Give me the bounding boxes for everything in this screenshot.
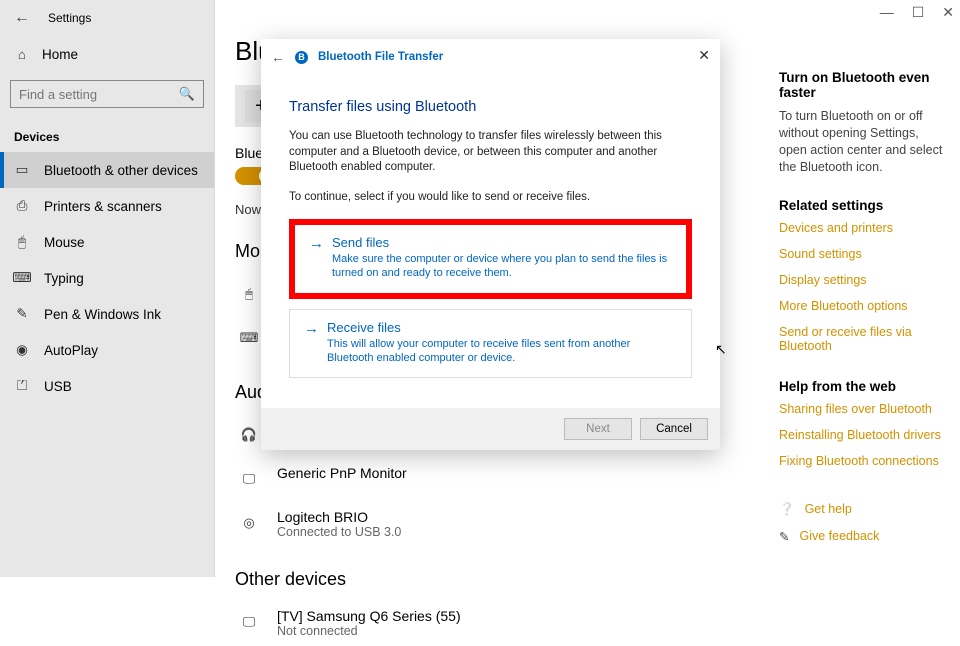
dialog-back-button[interactable]: ← [271,49,285,65]
dialog-paragraph: To continue, select if you would like to… [289,190,692,206]
dialog-heading: Transfer files using Bluetooth [289,99,692,115]
feedback-icon: ✎ [779,529,789,544]
device-row-tv[interactable]: 🖵 [TV] Samsung Q6 Series (55) Not connec… [235,600,960,646]
link-send-receive-bt[interactable]: Send or receive files via Bluetooth [779,325,949,353]
sidebar-item-label: USB [44,379,72,394]
dialog-title: Bluetooth File Transfer [318,51,443,63]
monitor-icon: 🖵 [235,465,263,493]
window-title: Settings [48,11,91,25]
give-feedback-link[interactable]: ✎ Give feedback [779,529,949,544]
bluetooth-icon: B [295,51,308,64]
sidebar-item-label: Bluetooth & other devices [44,163,198,178]
sidebar-item-typing[interactable]: ⌨ Typing [0,260,214,296]
dialog-paragraph: You can use Bluetooth technology to tran… [289,129,692,176]
link-fixing-bt[interactable]: Fixing Bluetooth connections [779,454,949,468]
device-status: Not connected [277,624,461,638]
sidebar-item-label: AutoPlay [44,343,98,358]
link-reinstall-bt[interactable]: Reinstalling Bluetooth drivers [779,428,949,442]
link-more-bluetooth[interactable]: More Bluetooth options [779,299,949,313]
close-window-button[interactable]: ✕ [942,4,954,21]
right-heading-related: Related settings [779,198,949,213]
link-devices-printers[interactable]: Devices and printers [779,221,949,235]
option-subtitle: This will allow your computer to receive… [327,337,677,366]
usb-icon: ⏍ [14,378,30,394]
keyboard-icon: ⌨ [14,270,30,286]
printer-icon: ⎙ [14,198,30,214]
headphones-icon: 🎧 [235,421,263,449]
device-status: Connected to USB 3.0 [277,525,401,539]
receive-files-option[interactable]: → Receive files This will allow your com… [289,309,692,379]
option-title: Send files [332,235,672,250]
link-sharing-bt[interactable]: Sharing files over Bluetooth [779,402,949,416]
sidebar-item-label: Pen & Windows Ink [44,307,161,322]
maximize-button[interactable]: ☐ [912,4,925,21]
arrow-right-icon: → [304,320,319,337]
minimize-button[interactable]: — [880,4,894,21]
bluetooth-file-transfer-dialog: ← B Bluetooth File Transfer ✕ Transfer f… [261,39,720,450]
get-help-link[interactable]: ❔ Get help [779,502,949,517]
help-icon: ❔ [779,502,795,517]
search-input[interactable]: 🔍 [10,80,204,108]
home-icon: ⌂ [14,46,30,62]
right-paragraph: To turn Bluetooth on or off without open… [779,108,949,176]
section-other-heading: Other devices [235,569,960,590]
keyboard-device-icon: ⌨ [235,324,263,352]
right-panel: Turn on Bluetooth even faster To turn Bl… [779,70,949,556]
pen-icon: ✎ [14,306,30,322]
device-name: Logitech BRIO [277,509,401,525]
search-field[interactable] [19,87,169,102]
sidebar-item-usb[interactable]: ⏍ USB [0,368,214,404]
sidebar-item-pen[interactable]: ✎ Pen & Windows Ink [0,296,214,332]
link-label: Get help [805,502,852,516]
link-sound-settings[interactable]: Sound settings [779,247,949,261]
search-icon: 🔍 [179,86,195,102]
sidebar-item-printers[interactable]: ⎙ Printers & scanners [0,188,214,224]
mouse-icon: 🖱 [14,234,30,250]
devices-icon: ▭ [14,162,30,178]
autoplay-icon: ◉ [14,342,30,358]
settings-sidebar: ← Settings ⌂ Home 🔍 Devices ▭ Bluetooth … [0,0,215,577]
sidebar-item-label: Printers & scanners [44,199,162,214]
cancel-button[interactable]: Cancel [640,418,708,440]
device-name: Generic PnP Monitor [277,465,407,481]
tv-icon: 🖵 [235,608,263,636]
back-button[interactable]: ← [14,9,30,27]
right-heading-help: Help from the web [779,379,949,394]
sidebar-item-mouse[interactable]: 🖱 Mouse [0,224,214,260]
option-title: Receive files [327,320,677,335]
sidebar-item-label: Home [42,47,78,62]
sidebar-item-label: Typing [44,271,84,286]
mouse-device-icon: 🖱 [235,280,263,308]
option-subtitle: Make sure the computer or device where y… [332,252,672,281]
webcam-icon: ◎ [235,509,263,537]
sidebar-item-home[interactable]: ⌂ Home [0,36,214,72]
sidebar-item-bluetooth[interactable]: ▭ Bluetooth & other devices [0,152,214,188]
right-heading: Turn on Bluetooth even faster [779,70,949,100]
dialog-close-button[interactable]: ✕ [698,47,710,64]
sidebar-item-label: Mouse [44,235,85,250]
sidebar-section-label: Devices [0,116,214,152]
device-name: [TV] Samsung Q6 Series (55) [277,608,461,624]
link-label: Give feedback [799,529,879,543]
arrow-right-icon: → [309,235,324,252]
send-files-option[interactable]: → Send files Make sure the computer or d… [289,219,692,299]
link-display-settings[interactable]: Display settings [779,273,949,287]
sidebar-item-autoplay[interactable]: ◉ AutoPlay [0,332,214,368]
next-button[interactable]: Next [564,418,632,440]
